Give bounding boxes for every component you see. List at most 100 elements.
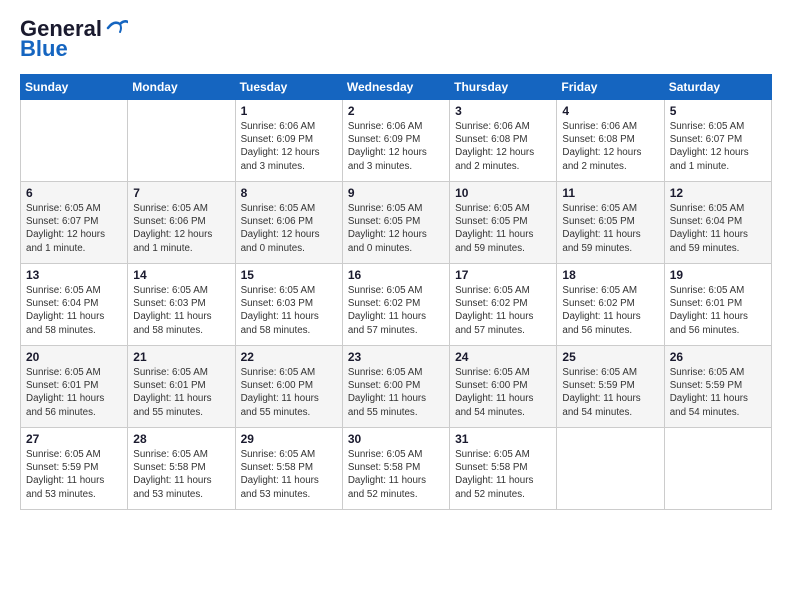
calendar-cell: 27 Sunrise: 6:05 AMSunset: 5:59 PMDayligh…	[21, 428, 128, 510]
weekday-header-tuesday: Tuesday	[235, 75, 342, 100]
day-number: 19	[670, 268, 766, 282]
weekday-header-thursday: Thursday	[450, 75, 557, 100]
day-number: 9	[348, 186, 444, 200]
calendar-cell: 31 Sunrise: 6:05 AMSunset: 5:58 PMDayligh…	[450, 428, 557, 510]
day-number: 29	[241, 432, 337, 446]
calendar-cell: 21 Sunrise: 6:05 AMSunset: 6:01 PMDayligh…	[128, 346, 235, 428]
weekday-header-monday: Monday	[128, 75, 235, 100]
day-info: Sunrise: 6:05 AMSunset: 6:01 PMDaylight:…	[133, 366, 229, 419]
calendar-cell: 20 Sunrise: 6:05 AMSunset: 6:01 PMDayligh…	[21, 346, 128, 428]
calendar-cell: 1Sunrise: 6:06 AMSunset: 6:09 PMDaylight…	[235, 100, 342, 182]
day-number: 7	[133, 186, 229, 200]
page: General Blue SundayMondayTuesdayWednesda…	[0, 0, 792, 612]
calendar-cell: 10 Sunrise: 6:05 AMSunset: 6:05 PMDayligh…	[450, 182, 557, 264]
calendar-cell: 15 Sunrise: 6:05 AMSunset: 6:03 PMDayligh…	[235, 264, 342, 346]
calendar-cell: 24 Sunrise: 6:05 AMSunset: 6:00 PMDayligh…	[450, 346, 557, 428]
calendar-cell: 3 Sunrise: 6:06 AMSunset: 6:08 PMDaylight…	[450, 100, 557, 182]
calendar-header-row: SundayMondayTuesdayWednesdayThursdayFrid…	[21, 75, 772, 100]
day-number: 27	[26, 432, 122, 446]
header: General Blue	[20, 16, 772, 62]
day-number: 10	[455, 186, 551, 200]
weekday-header-sunday: Sunday	[21, 75, 128, 100]
calendar-cell: 4 Sunrise: 6:06 AMSunset: 6:08 PMDaylight…	[557, 100, 664, 182]
weekday-header-wednesday: Wednesday	[342, 75, 449, 100]
day-number: 20	[26, 350, 122, 364]
calendar-body: 1Sunrise: 6:06 AMSunset: 6:09 PMDaylight…	[21, 100, 772, 510]
day-number: 22	[241, 350, 337, 364]
day-info: Sunrise: 6:05 AMSunset: 5:59 PMDaylight:…	[26, 448, 122, 501]
day-info: Sunrise: 6:05 AMSunset: 6:01 PMDaylight:…	[26, 366, 122, 419]
calendar-table: SundayMondayTuesdayWednesdayThursdayFrid…	[20, 74, 772, 510]
calendar-cell: 13Sunrise: 6:05 AMSunset: 6:04 PMDayligh…	[21, 264, 128, 346]
day-number: 8	[241, 186, 337, 200]
day-number: 24	[455, 350, 551, 364]
calendar-cell: 25 Sunrise: 6:05 AMSunset: 5:59 PMDayligh…	[557, 346, 664, 428]
day-info: Sunrise: 6:05 AMSunset: 6:04 PMDaylight:…	[26, 284, 122, 337]
day-info: Sunrise: 6:05 AMSunset: 5:58 PMDaylight:…	[133, 448, 229, 501]
day-info: Sunrise: 6:05 AMSunset: 6:00 PMDaylight:…	[455, 366, 551, 419]
day-number: 31	[455, 432, 551, 446]
calendar-week-5: 27 Sunrise: 6:05 AMSunset: 5:59 PMDayligh…	[21, 428, 772, 510]
calendar-cell	[557, 428, 664, 510]
day-number: 26	[670, 350, 766, 364]
calendar-cell: 11 Sunrise: 6:05 AMSunset: 6:05 PMDayligh…	[557, 182, 664, 264]
calendar-cell: 29 Sunrise: 6:05 AMSunset: 5:58 PMDayligh…	[235, 428, 342, 510]
day-number: 18	[562, 268, 658, 282]
day-info: Sunrise: 6:05 AMSunset: 5:58 PMDaylight:…	[455, 448, 551, 501]
calendar-cell: 2 Sunrise: 6:06 AMSunset: 6:09 PMDaylight…	[342, 100, 449, 182]
calendar-cell: 9 Sunrise: 6:05 AMSunset: 6:05 PMDaylight…	[342, 182, 449, 264]
day-number: 2	[348, 104, 444, 118]
day-info: Sunrise: 6:05 AMSunset: 5:59 PMDaylight:…	[670, 366, 766, 419]
calendar-week-3: 13Sunrise: 6:05 AMSunset: 6:04 PMDayligh…	[21, 264, 772, 346]
calendar-week-1: 1Sunrise: 6:06 AMSunset: 6:09 PMDaylight…	[21, 100, 772, 182]
day-info: Sunrise: 6:05 AMSunset: 6:07 PMDaylight:…	[26, 202, 122, 255]
day-info: Sunrise: 6:05 AMSunset: 5:59 PMDaylight:…	[562, 366, 658, 419]
calendar-cell	[664, 428, 771, 510]
calendar-cell: 28Sunrise: 6:05 AMSunset: 5:58 PMDayligh…	[128, 428, 235, 510]
calendar-cell: 17 Sunrise: 6:05 AMSunset: 6:02 PMDayligh…	[450, 264, 557, 346]
calendar-cell: 5 Sunrise: 6:05 AMSunset: 6:07 PMDaylight…	[664, 100, 771, 182]
day-info: Sunrise: 6:05 AMSunset: 5:58 PMDaylight:…	[348, 448, 444, 501]
day-info: Sunrise: 6:05 AMSunset: 6:07 PMDaylight:…	[670, 120, 766, 173]
calendar-week-2: 6 Sunrise: 6:05 AMSunset: 6:07 PMDaylight…	[21, 182, 772, 264]
day-number: 23	[348, 350, 444, 364]
day-number: 17	[455, 268, 551, 282]
day-info: Sunrise: 6:05 AMSunset: 6:03 PMDaylight:…	[241, 284, 337, 337]
calendar-cell: 8 Sunrise: 6:05 AMSunset: 6:06 PMDaylight…	[235, 182, 342, 264]
day-number: 25	[562, 350, 658, 364]
day-number: 3	[455, 104, 551, 118]
day-info: Sunrise: 6:05 AMSunset: 6:00 PMDaylight:…	[241, 366, 337, 419]
calendar-cell: 23 Sunrise: 6:05 AMSunset: 6:00 PMDayligh…	[342, 346, 449, 428]
calendar-cell: 14Sunrise: 6:05 AMSunset: 6:03 PMDayligh…	[128, 264, 235, 346]
day-info: Sunrise: 6:06 AMSunset: 6:08 PMDaylight:…	[562, 120, 658, 173]
day-number: 15	[241, 268, 337, 282]
calendar-cell: 6 Sunrise: 6:05 AMSunset: 6:07 PMDaylight…	[21, 182, 128, 264]
logo: General Blue	[20, 16, 128, 62]
day-number: 4	[562, 104, 658, 118]
day-info: Sunrise: 6:05 AMSunset: 6:02 PMDaylight:…	[562, 284, 658, 337]
day-info: Sunrise: 6:05 AMSunset: 6:05 PMDaylight:…	[348, 202, 444, 255]
day-info: Sunrise: 6:06 AMSunset: 6:08 PMDaylight:…	[455, 120, 551, 173]
day-info: Sunrise: 6:05 AMSunset: 6:06 PMDaylight:…	[241, 202, 337, 255]
calendar-cell: 18 Sunrise: 6:05 AMSunset: 6:02 PMDayligh…	[557, 264, 664, 346]
day-info: Sunrise: 6:05 AMSunset: 5:58 PMDaylight:…	[241, 448, 337, 501]
day-info: Sunrise: 6:05 AMSunset: 6:01 PMDaylight:…	[670, 284, 766, 337]
calendar-cell: 12Sunrise: 6:05 AMSunset: 6:04 PMDayligh…	[664, 182, 771, 264]
day-number: 30	[348, 432, 444, 446]
day-info: Sunrise: 6:06 AMSunset: 6:09 PMDaylight:…	[348, 120, 444, 173]
day-number: 5	[670, 104, 766, 118]
day-info: Sunrise: 6:05 AMSunset: 6:04 PMDaylight:…	[670, 202, 766, 255]
day-number: 16	[348, 268, 444, 282]
day-number: 6	[26, 186, 122, 200]
day-info: Sunrise: 6:05 AMSunset: 6:06 PMDaylight:…	[133, 202, 229, 255]
day-number: 11	[562, 186, 658, 200]
day-info: Sunrise: 6:05 AMSunset: 6:05 PMDaylight:…	[562, 202, 658, 255]
calendar-cell	[21, 100, 128, 182]
day-info: Sunrise: 6:05 AMSunset: 6:02 PMDaylight:…	[455, 284, 551, 337]
day-info: Sunrise: 6:05 AMSunset: 6:00 PMDaylight:…	[348, 366, 444, 419]
calendar-cell: 19 Sunrise: 6:05 AMSunset: 6:01 PMDayligh…	[664, 264, 771, 346]
day-number: 21	[133, 350, 229, 364]
day-info: Sunrise: 6:05 AMSunset: 6:03 PMDaylight:…	[133, 284, 229, 337]
day-info: Sunrise: 6:05 AMSunset: 6:05 PMDaylight:…	[455, 202, 551, 255]
logo-bird-icon	[106, 18, 128, 36]
